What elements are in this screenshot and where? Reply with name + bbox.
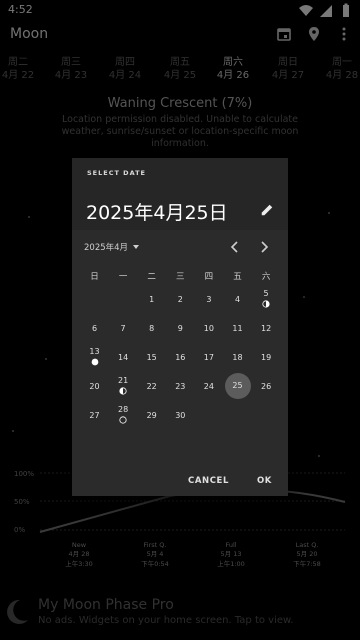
- calendar-day[interactable]: 10: [194, 315, 223, 344]
- calendar-day[interactable]: 8: [137, 315, 166, 344]
- day-number: 21: [118, 376, 129, 385]
- calendar-day[interactable]: 12: [252, 315, 281, 344]
- day-number: 24: [203, 382, 214, 391]
- day-number: 6: [91, 324, 98, 333]
- full-moon-icon: [91, 358, 99, 366]
- calendar-day[interactable]: 26: [252, 373, 281, 402]
- calendar-day-selected[interactable]: 25: [223, 373, 252, 402]
- calendar-day[interactable]: 6: [80, 315, 109, 344]
- day-number: 29: [146, 411, 157, 420]
- weekday-header: 五: [233, 272, 242, 282]
- calendar-day[interactable]: 18: [223, 344, 252, 373]
- calendar-day[interactable]: 14: [109, 344, 138, 373]
- month-selector[interactable]: 2025年4月: [84, 241, 140, 253]
- calendar-day[interactable]: 9: [166, 315, 195, 344]
- day-number: 7: [120, 324, 126, 333]
- day-number: 17: [203, 353, 214, 362]
- calendar-day[interactable]: 5: [252, 286, 281, 315]
- day-number: 23: [175, 382, 186, 391]
- day-number: 30: [175, 411, 186, 420]
- calendar-day[interactable]: 11: [223, 315, 252, 344]
- day-number: 11: [232, 324, 243, 333]
- calendar-day[interactable]: 17: [194, 344, 223, 373]
- calendar-day[interactable]: 24: [194, 373, 223, 402]
- date-picker-dialog: SELECT DATE 2025年4月25日 2025年4月 日 一 二 三 四…: [72, 158, 288, 496]
- day-number: 12: [261, 324, 272, 333]
- day-number: 25: [232, 381, 243, 390]
- day-number: 22: [146, 382, 157, 391]
- calendar-day[interactable]: 4: [223, 286, 252, 315]
- day-number: 20: [89, 382, 100, 391]
- calendar-day[interactable]: 29: [137, 402, 166, 431]
- calendar-day[interactable]: 7: [109, 315, 138, 344]
- calendar-day[interactable]: 16: [166, 344, 195, 373]
- weekday-header: 日: [90, 272, 99, 282]
- cancel-button[interactable]: CANCEL: [188, 476, 229, 486]
- weekday-header: 二: [147, 272, 156, 282]
- calendar-day[interactable]: 21: [109, 373, 138, 402]
- day-number: 2: [177, 295, 183, 304]
- day-number: 18: [232, 353, 243, 362]
- prev-month-icon[interactable]: [227, 239, 243, 255]
- calendar-day[interactable]: 1: [137, 286, 166, 315]
- selected-date: 2025年4月25日: [86, 202, 228, 224]
- edit-icon[interactable]: [260, 203, 274, 217]
- first-quarter-moon-icon: [262, 300, 270, 308]
- weekday-header: 六: [261, 272, 271, 282]
- calendar-day[interactable]: 30: [166, 402, 195, 431]
- last-quarter-moon-icon: [119, 387, 127, 395]
- day-number: 10: [203, 324, 214, 333]
- weekday-header: 一: [118, 272, 128, 282]
- day-number: 8: [149, 324, 155, 333]
- calendar-day[interactable]: 28: [109, 402, 138, 431]
- day-number: 1: [149, 295, 155, 304]
- calendar-day[interactable]: 3: [194, 286, 223, 315]
- dialog-actions: CANCEL OK: [188, 476, 272, 486]
- day-number: 16: [175, 353, 186, 362]
- day-number: 9: [177, 324, 183, 333]
- weekday-header: 三: [176, 272, 185, 282]
- calendar-day[interactable]: 13: [80, 344, 109, 373]
- calendar-day[interactable]: 15: [137, 344, 166, 373]
- next-month-icon[interactable]: [256, 239, 272, 255]
- calendar-day[interactable]: 27: [80, 402, 109, 431]
- day-number: 19: [261, 353, 272, 362]
- month-label: 2025年4月: [84, 243, 129, 253]
- month-row: 2025年4月: [72, 236, 288, 258]
- day-number: 14: [118, 353, 129, 362]
- calendar-day[interactable]: 2: [166, 286, 195, 315]
- calendar-day[interactable]: 23: [166, 373, 195, 402]
- dropdown-arrow-icon: [133, 245, 140, 249]
- day-number: 4: [234, 295, 241, 304]
- day-number: 28: [118, 405, 129, 414]
- new-moon-icon: [119, 416, 127, 424]
- calendar-day[interactable]: 22: [137, 373, 166, 402]
- day-number: 3: [206, 295, 212, 304]
- day-number: 15: [146, 353, 157, 362]
- ok-button[interactable]: OK: [257, 476, 272, 486]
- day-number: 26: [261, 382, 272, 391]
- day-number: 27: [89, 411, 100, 420]
- dialog-label: SELECT DATE: [87, 169, 146, 177]
- weekday-header: 四: [204, 272, 214, 282]
- calendar-day[interactable]: 20: [80, 373, 109, 402]
- dialog-header: SELECT DATE 2025年4月25日: [72, 158, 288, 230]
- calendar-day[interactable]: 19: [252, 344, 281, 373]
- day-number: 5: [263, 289, 269, 298]
- day-number: 13: [89, 347, 100, 356]
